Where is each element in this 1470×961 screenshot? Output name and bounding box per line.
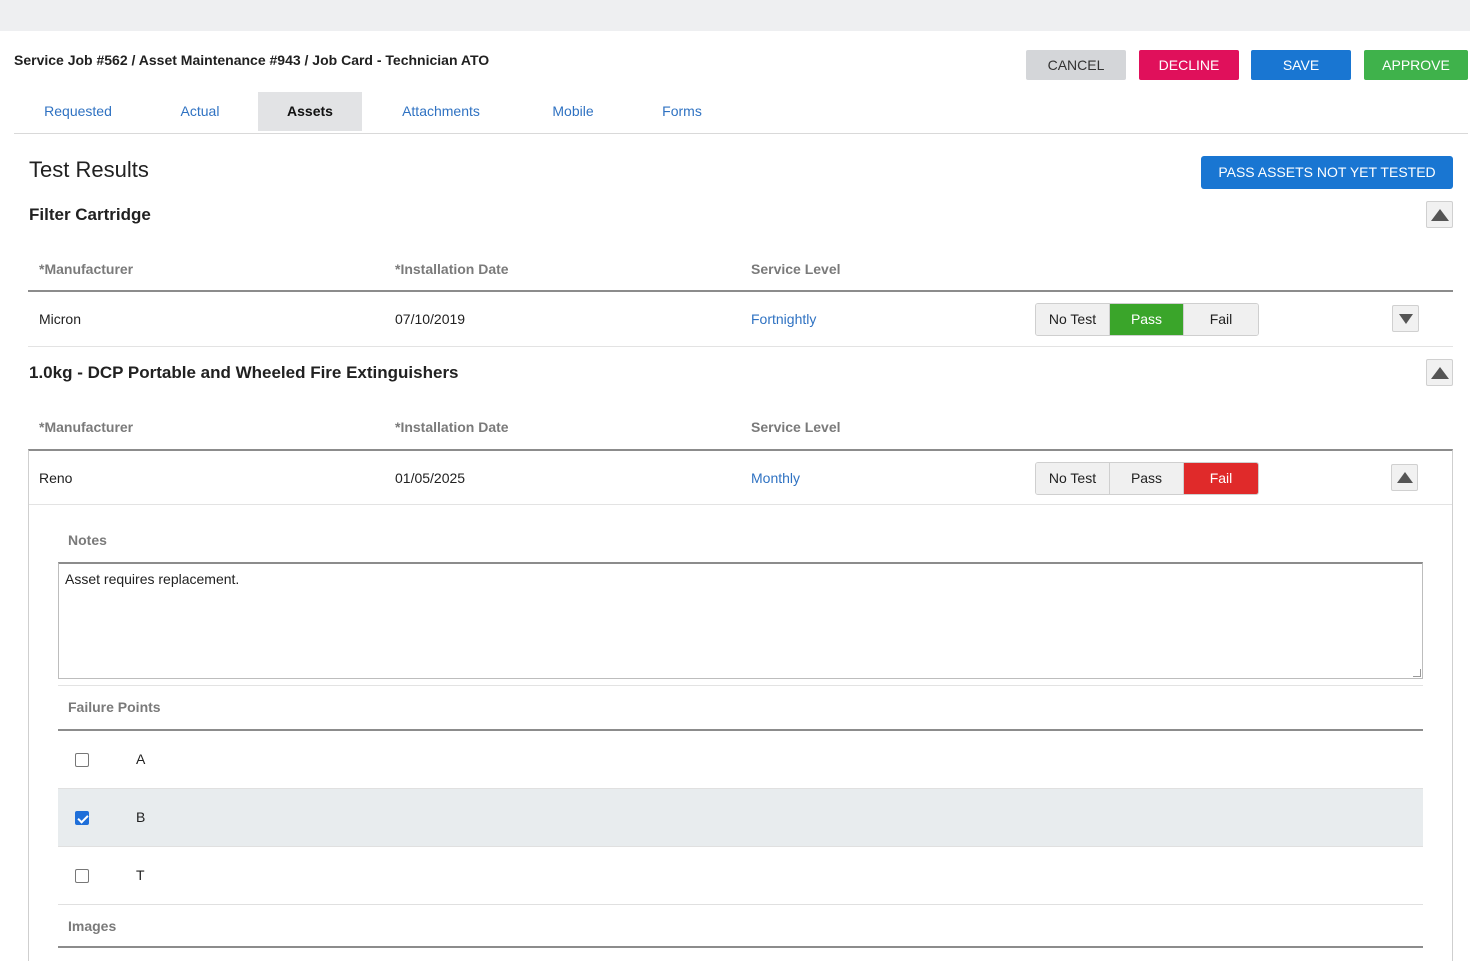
installation-date-value: 07/10/2019 [395, 311, 466, 327]
test-result-toggle: No Test Pass Fail [1035, 462, 1259, 495]
installation-date-column-header: *Installation Date [395, 261, 509, 277]
pass-option[interactable]: Pass [1110, 304, 1184, 335]
notes-textarea[interactable]: Asset requires replacement. [58, 562, 1423, 679]
row-divider [28, 346, 1453, 347]
service-level-link[interactable]: Monthly [751, 470, 800, 486]
divider [58, 685, 1423, 686]
tab-mobile[interactable]: Mobile [524, 92, 622, 131]
failure-point-row[interactable]: T [58, 847, 1423, 905]
collapse-asset-button[interactable] [1426, 201, 1453, 228]
no-test-option[interactable]: No Test [1036, 304, 1110, 335]
failure-point-checkbox[interactable] [75, 811, 89, 825]
images-label: Images [68, 918, 117, 934]
failure-points-label: Failure Points [68, 699, 161, 715]
asset-title: Filter Cartridge [29, 205, 151, 224]
asset-title: 1.0kg - DCP Portable and Wheeled Fire Ex… [29, 363, 459, 382]
pass-assets-not-yet-tested-button[interactable]: PASS ASSETS NOT YET TESTED [1201, 156, 1453, 189]
chevron-up-icon [1431, 367, 1449, 379]
chevron-up-icon [1397, 472, 1413, 483]
table-header-divider [28, 290, 1453, 292]
manufacturer-column-header: *Manufacturer [39, 419, 134, 435]
failure-point-label: A [136, 751, 146, 767]
expand-row-button[interactable] [1392, 305, 1419, 332]
cancel-button[interactable]: CANCEL [1026, 50, 1126, 80]
approve-button[interactable]: APPROVE [1364, 50, 1468, 80]
tab-requested[interactable]: Requested [14, 92, 142, 131]
fail-option[interactable]: Fail [1184, 463, 1258, 494]
failure-point-row[interactable]: B [58, 789, 1423, 847]
installation-date-column-header: *Installation Date [395, 419, 509, 435]
test-results-title: Test Results [29, 157, 149, 182]
chevron-up-icon [1431, 209, 1449, 221]
manufacturer-value: Micron [39, 311, 82, 327]
fail-option[interactable]: Fail [1184, 304, 1258, 335]
failure-point-label: T [136, 867, 145, 883]
no-test-option[interactable]: No Test [1036, 463, 1110, 494]
decline-button[interactable]: DECLINE [1139, 50, 1239, 80]
images-divider [58, 946, 1423, 948]
breadcrumb: Service Job #562 / Asset Maintenance #94… [14, 52, 490, 68]
failure-point-row[interactable]: A [58, 731, 1423, 789]
manufacturer-value: Reno [39, 470, 73, 486]
top-bar [0, 0, 1470, 31]
service-level-column-header: Service Level [751, 419, 841, 435]
tab-assets[interactable]: Assets [258, 92, 362, 131]
failure-point-checkbox[interactable] [75, 869, 89, 883]
resize-handle-icon[interactable] [1413, 669, 1421, 677]
manufacturer-column-header: *Manufacturer [39, 261, 134, 277]
row-divider [29, 504, 1452, 505]
tab-forms[interactable]: Forms [636, 92, 728, 131]
pass-option[interactable]: Pass [1110, 463, 1184, 494]
collapse-row-button[interactable] [1391, 464, 1418, 491]
test-result-toggle: No Test Pass Fail [1035, 303, 1259, 336]
collapse-asset-button[interactable] [1426, 359, 1453, 386]
notes-label: Notes [68, 532, 107, 548]
installation-date-value: 01/05/2025 [395, 470, 466, 486]
tab-attachments[interactable]: Attachments [376, 92, 506, 131]
chevron-down-icon [1399, 314, 1413, 324]
service-level-column-header: Service Level [751, 261, 841, 277]
failure-point-checkbox[interactable] [75, 753, 89, 767]
service-level-link[interactable]: Fortnightly [751, 311, 816, 327]
tab-actual[interactable]: Actual [146, 92, 254, 131]
save-button[interactable]: SAVE [1251, 50, 1351, 80]
tab-bar: Requested Actual Assets Attachments Mobi… [14, 92, 1468, 134]
failure-point-label: B [136, 809, 146, 825]
